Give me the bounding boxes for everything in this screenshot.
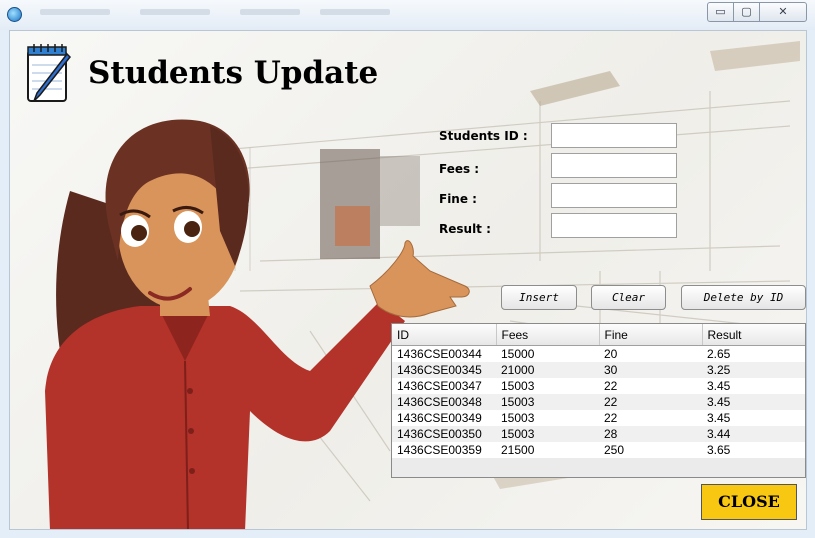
close-window-button[interactable]: ✕ bbox=[759, 2, 807, 22]
cell-fine: 250 bbox=[599, 442, 702, 458]
table-row[interactable]: 1436CSE00348 15003 22 3.45 bbox=[392, 394, 805, 410]
student-id-label: Students ID : bbox=[439, 129, 528, 143]
cell-fine: 28 bbox=[599, 426, 702, 442]
app-window: ▭ ▢ ✕ Students Update Students ID: Fees… bbox=[0, 0, 815, 538]
close-button[interactable]: CLOSE bbox=[701, 484, 797, 520]
cell-id: 1436CSE00347 bbox=[392, 378, 496, 394]
fees-label: Fees : bbox=[439, 162, 480, 176]
cell-fees: 15000 bbox=[496, 345, 599, 362]
result-input[interactable] bbox=[551, 213, 677, 238]
title-bar-blur bbox=[140, 9, 210, 15]
cell-fees: 21500 bbox=[496, 442, 599, 458]
cell-fees: 15003 bbox=[496, 426, 599, 442]
column-header-id[interactable]: ID bbox=[392, 324, 497, 346]
clear-button[interactable]: Clear bbox=[591, 285, 666, 310]
table-row[interactable]: 1436CSE00345 21000 30 3.25 bbox=[392, 362, 805, 378]
cell-fine: 20 bbox=[599, 345, 702, 362]
result-label: Result : bbox=[439, 222, 491, 236]
minimize-button[interactable]: ▭ bbox=[707, 2, 734, 22]
students-table[interactable]: ID Fees Fine Result 1436CSE00344 15000 2… bbox=[391, 323, 806, 478]
cell-fees: 15003 bbox=[496, 410, 599, 426]
cell-id: 1436CSE00349 bbox=[392, 410, 496, 426]
fees-input[interactable] bbox=[551, 153, 677, 178]
table-row[interactable]: 1436CSE00359 21500 250 3.65 bbox=[392, 442, 805, 458]
cell-result: 3.25 bbox=[702, 362, 805, 378]
cell-fine: 22 bbox=[599, 378, 702, 394]
cell-id: 1436CSE00344 bbox=[392, 345, 496, 362]
cell-result: 3.44 bbox=[702, 426, 805, 442]
title-bar-blur bbox=[40, 9, 110, 15]
table-row[interactable]: 1436CSE00344 15000 20 2.65 bbox=[392, 345, 805, 362]
column-header-fine[interactable]: Fine bbox=[599, 324, 703, 346]
table-row[interactable]: 1436CSE00347 15003 22 3.45 bbox=[392, 378, 805, 394]
cell-id: 1436CSE00348 bbox=[392, 394, 496, 410]
cell-fine: 22 bbox=[599, 410, 702, 426]
cell-result: 3.45 bbox=[702, 378, 805, 394]
form-panel: Students Update Students ID : Fees : Fin… bbox=[9, 30, 807, 530]
title-bar-blur bbox=[320, 9, 390, 15]
page-title: Students Update bbox=[88, 55, 379, 91]
cell-fees: 15003 bbox=[496, 378, 599, 394]
notepad-pencil-icon bbox=[27, 44, 72, 102]
cell-result: 3.65 bbox=[702, 442, 805, 458]
cell-result: 3.45 bbox=[702, 394, 805, 410]
cell-fine: 22 bbox=[599, 394, 702, 410]
student-id-input[interactable] bbox=[551, 123, 677, 148]
table-row[interactable]: 1436CSE00350 15003 28 3.44 bbox=[392, 426, 805, 442]
table-header-row: ID Fees Fine Result bbox=[392, 324, 805, 346]
fine-input[interactable] bbox=[551, 183, 677, 208]
cell-result: 3.45 bbox=[702, 410, 805, 426]
title-bar-blur bbox=[240, 9, 300, 15]
cell-id: 1436CSE00359 bbox=[392, 442, 496, 458]
column-header-fees[interactable]: Fees bbox=[496, 324, 600, 346]
delete-by-id-button[interactable]: Delete by ID bbox=[681, 285, 806, 310]
cell-id: 1436CSE00345 bbox=[392, 362, 496, 378]
column-header-result[interactable]: Result bbox=[702, 324, 805, 346]
insert-button[interactable]: Insert bbox=[501, 285, 577, 310]
cell-id: 1436CSE00350 bbox=[392, 426, 496, 442]
cell-fees: 15003 bbox=[496, 394, 599, 410]
maximize-button[interactable]: ▢ bbox=[733, 2, 760, 22]
cell-fine: 30 bbox=[599, 362, 702, 378]
table-row[interactable]: 1436CSE00349 15003 22 3.45 bbox=[392, 410, 805, 426]
title-bar[interactable]: ▭ ▢ ✕ bbox=[0, 0, 815, 30]
fine-label: Fine : bbox=[439, 192, 477, 206]
cell-fees: 21000 bbox=[496, 362, 599, 378]
cell-result: 2.65 bbox=[702, 345, 805, 362]
app-icon bbox=[7, 7, 22, 22]
